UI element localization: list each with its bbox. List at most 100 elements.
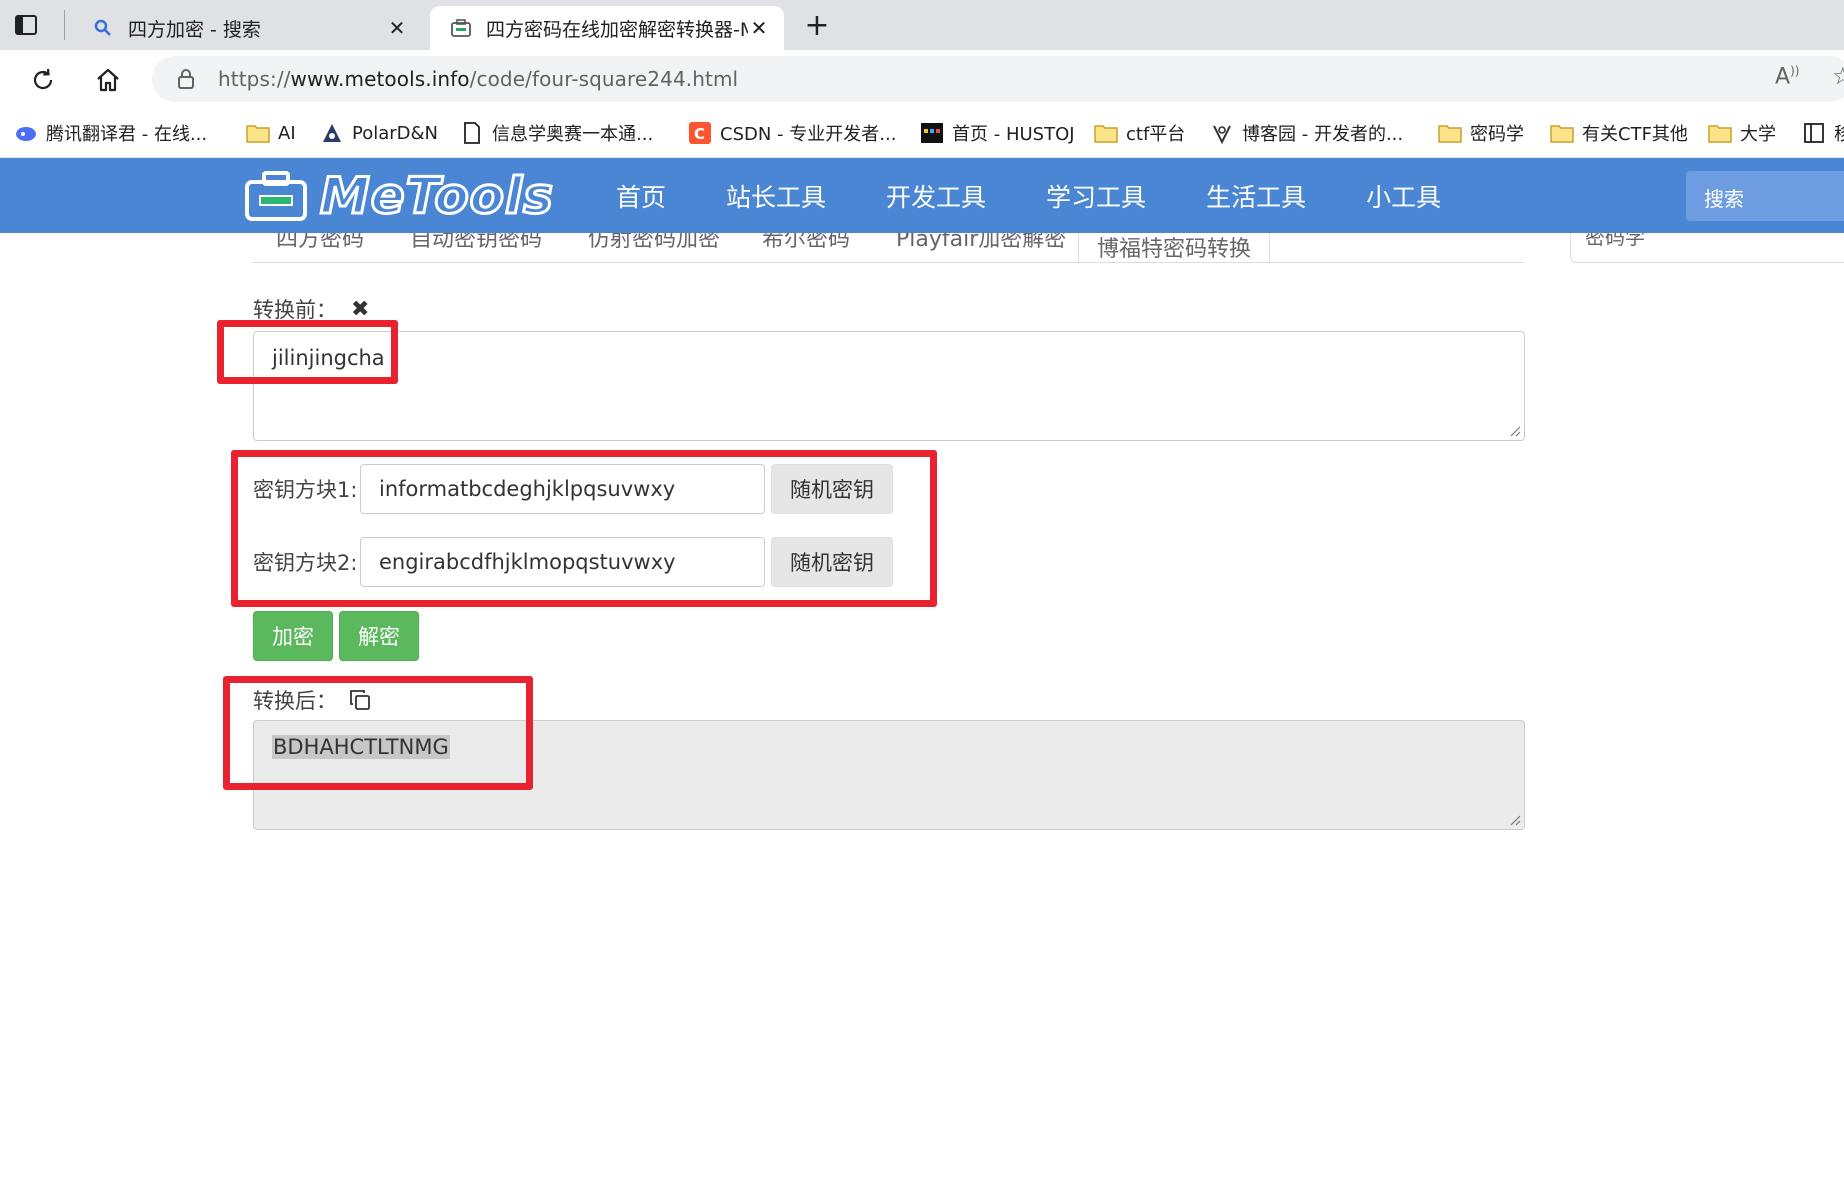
- side-card-title[interactable]: 密码学: [1585, 233, 1645, 250]
- nav-item-study-tools[interactable]: 学习工具: [1046, 178, 1146, 214]
- hustoj-icon: [920, 122, 944, 144]
- bookmark-label: AI: [278, 122, 296, 144]
- input-label-row: 转换前： ✖: [253, 294, 369, 324]
- url-host: www.metools.info: [290, 67, 470, 91]
- close-tab-icon[interactable]: ✕: [748, 16, 770, 40]
- polar-icon: [320, 122, 344, 144]
- cipher-subtabs: 四方密码 自动密钥密码 仿射密码加密 希尔密码 Playfair加密解密 博福特…: [252, 233, 1524, 263]
- bookmark-item[interactable]: 首页 - HUSTOJ: [920, 108, 1075, 158]
- url-path: /code/four-square244.html: [469, 67, 739, 91]
- folder-icon: [246, 122, 270, 144]
- subtab-beaufort[interactable]: 博福特密码转换: [1078, 233, 1270, 262]
- bookmark-label: 博客园 - 开发者的...: [1242, 124, 1404, 145]
- ciphertext-value: BDHAHCTLTNMG: [272, 735, 450, 759]
- browser-tab-search[interactable]: 四方加密 - 搜索 ✕: [72, 6, 422, 50]
- folder-icon: [1438, 122, 1462, 144]
- key1-label: 密钥方块1:: [253, 478, 358, 502]
- bookmark-label: ctf平台: [1126, 124, 1186, 145]
- url-text: https://www.metools.info/code/four-squar…: [218, 67, 738, 91]
- home-icon[interactable]: [90, 62, 126, 98]
- bookmark-item[interactable]: 博客园 - 开发者的...: [1210, 108, 1403, 158]
- bookmark-label: 腾讯翻译君 - 在线...: [46, 124, 208, 145]
- browser-tabstrip: 四方加密 - 搜索 ✕ 四方密码在线加密解密转换器-Me ✕ +: [0, 0, 1844, 50]
- key2-label: 密钥方块2:: [253, 551, 358, 575]
- tab-actions-icon[interactable]: [10, 9, 42, 41]
- translate-icon: [14, 122, 38, 144]
- site-search-input[interactable]: 搜索: [1686, 171, 1844, 221]
- subtab-autokey[interactable]: 自动密钥密码: [410, 233, 542, 253]
- resize-grip-icon[interactable]: [1509, 814, 1521, 826]
- decrypt-button[interactable]: 解密: [339, 611, 419, 661]
- copy-icon[interactable]: [349, 688, 373, 712]
- output-label-row: 转换后：: [253, 685, 373, 715]
- read-aloud-icon[interactable]: A)): [1775, 64, 1799, 89]
- bookmark-item[interactable]: 移: [1802, 108, 1844, 158]
- lock-icon[interactable]: [176, 68, 198, 90]
- folder-icon: [1550, 122, 1574, 144]
- bookmark-item[interactable]: 大学: [1708, 108, 1776, 158]
- bookmark-label: 移: [1834, 124, 1844, 145]
- side-card: 密码学: [1570, 233, 1844, 263]
- new-tab-button[interactable]: +: [800, 8, 834, 43]
- close-tab-icon[interactable]: ✕: [386, 16, 408, 40]
- clear-icon[interactable]: ✖: [351, 297, 369, 322]
- metools-favicon-icon: [450, 17, 472, 39]
- bookmark-label: 密码学: [1470, 124, 1524, 145]
- url-prefix: https://: [218, 67, 291, 91]
- bookmarks-bar: 腾讯翻译君 - 在线... AI PolarD&N 信息学奥赛一本通... C …: [0, 108, 1844, 158]
- site-header: MeTools 首页 站长工具 开发工具 学习工具 生活工具 小工具 搜索: [0, 158, 1844, 233]
- bookmark-item[interactable]: 腾讯翻译君 - 在线...: [14, 108, 207, 158]
- tab-title: 四方密码在线加密解密转换器-Me: [486, 18, 748, 41]
- plaintext-textarea[interactable]: jilinjingcha: [253, 331, 1525, 441]
- folder-icon: [1094, 122, 1118, 144]
- tab-divider: [64, 10, 65, 40]
- search-icon: [92, 17, 114, 39]
- browser-tab-metools[interactable]: 四方密码在线加密解密转换器-Me ✕: [430, 6, 784, 50]
- key1-input[interactable]: informatbcdeghjklpqsuvwxy: [360, 464, 765, 514]
- random-key1-button[interactable]: 随机密钥: [771, 464, 893, 514]
- bookmark-label: 首页 - HUSTOJ: [952, 124, 1075, 145]
- bookmark-item[interactable]: 信息学奥赛一本通...: [460, 108, 653, 158]
- nav-item-dev-tools[interactable]: 开发工具: [886, 178, 986, 214]
- cnblogs-icon: [1210, 122, 1234, 144]
- subtab-four-square[interactable]: 四方密码: [276, 233, 364, 253]
- refresh-icon[interactable]: [25, 62, 61, 98]
- bookmark-item[interactable]: 有关CTF其他: [1550, 108, 1688, 158]
- ciphertext-textarea[interactable]: BDHAHCTLTNMG: [253, 720, 1525, 830]
- subtab-playfair[interactable]: Playfair加密解密: [896, 233, 1066, 253]
- nav-item-webmaster-tools[interactable]: 站长工具: [726, 178, 826, 214]
- encrypt-button[interactable]: 加密: [253, 611, 333, 661]
- nav-item-small-tools[interactable]: 小工具: [1366, 178, 1441, 214]
- bookmark-label: 信息学奥赛一本通...: [492, 124, 654, 145]
- csdn-icon: C: [688, 122, 712, 144]
- tab-title: 四方加密 - 搜索: [128, 18, 261, 41]
- browser-toolbar: https://www.metools.info/code/four-squar…: [0, 50, 1844, 108]
- bookmark-item[interactable]: PolarD&N: [320, 108, 438, 158]
- nav-item-life-tools[interactable]: 生活工具: [1206, 178, 1306, 214]
- bookmark-label: CSDN - 专业开发者...: [720, 124, 897, 145]
- key2-input[interactable]: engirabcdfhjklmopqstuvwxy: [360, 537, 765, 587]
- plaintext-value: jilinjingcha: [272, 346, 385, 370]
- bookmark-item[interactable]: 密码学: [1438, 108, 1524, 158]
- page-icon: [460, 122, 484, 144]
- bookmark-item[interactable]: C CSDN - 专业开发者...: [688, 108, 896, 158]
- logo-text: MeTools: [319, 166, 555, 227]
- nav-item-home[interactable]: 首页: [616, 178, 666, 214]
- random-key2-button[interactable]: 随机密钥: [771, 537, 893, 587]
- bookmark-label: 大学: [1740, 124, 1776, 145]
- folder-icon: [1708, 122, 1732, 144]
- bookmark-item[interactable]: ctf平台: [1094, 108, 1185, 158]
- site-logo[interactable]: MeTools: [244, 166, 555, 227]
- site-nav: 首页 站长工具 开发工具 学习工具 生活工具 小工具: [616, 158, 1501, 233]
- subtab-affine[interactable]: 仿射密码加密: [588, 233, 720, 253]
- bookmark-item[interactable]: AI: [246, 108, 296, 158]
- svg-text:C: C: [694, 125, 705, 143]
- address-bar[interactable]: https://www.metools.info/code/four-squar…: [152, 56, 1844, 102]
- output-label: 转换后：: [253, 689, 337, 713]
- reading-icon: [1802, 122, 1826, 144]
- resize-grip-icon[interactable]: [1509, 425, 1521, 437]
- bookmark-label: PolarD&N: [352, 122, 439, 144]
- subtab-hill[interactable]: 希尔密码: [762, 233, 850, 253]
- toolbox-logo-icon: [245, 171, 307, 221]
- favorite-star-icon[interactable]: ☆: [1832, 62, 1844, 90]
